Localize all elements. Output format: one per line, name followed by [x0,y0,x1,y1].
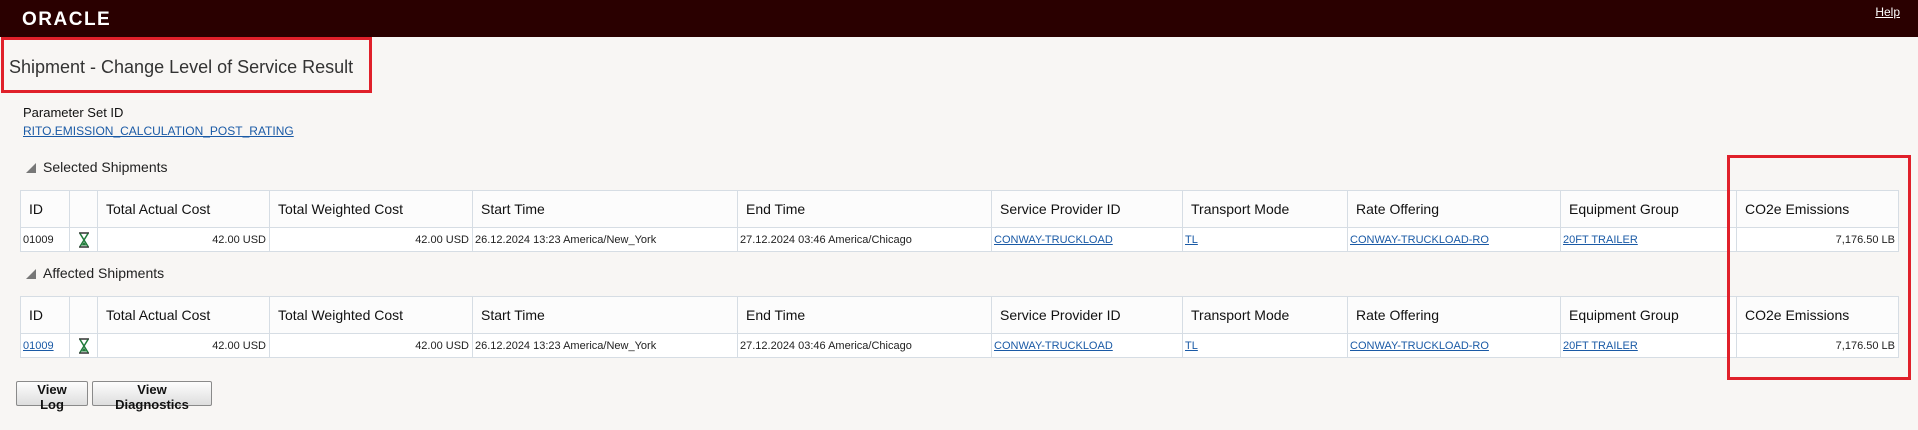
affected-shipments-table: ID Total Actual Cost Total Weighted Cost… [20,296,1899,358]
selected-shipments-table: ID Total Actual Cost Total Weighted Cost… [20,190,1899,252]
column-header[interactable]: Total Weighted Cost [269,296,473,334]
parameter-set-label: Parameter Set ID [23,105,124,120]
column-header[interactable]: Equipment Group [1560,296,1737,334]
parameter-set-link[interactable]: RITO.EMISSION_CALCULATION_POST_RATING [23,124,294,138]
selected-shipments-header[interactable]: Selected Shipments [26,159,168,175]
table-header-row: ID Total Actual Cost Total Weighted Cost… [20,296,1899,334]
column-header[interactable]: End Time [737,190,992,228]
view-diagnostics-button[interactable]: View Diagnostics [92,381,212,412]
total-weighted-cost: 42.00 USD [269,227,473,252]
hourglass-icon [79,231,89,248]
service-provider-link[interactable]: CONWAY-TRUCKLOAD [994,234,1113,246]
table-row: 01009 42.00 USD 42.00 USD 26.12.2024 13:… [20,227,1899,252]
shipment-id: 01009 [20,227,70,252]
column-header[interactable]: Service Provider ID [991,190,1183,228]
selected-shipments-title: Selected Shipments [43,159,168,175]
start-time: 26.12.2024 13:23 America/New_York [472,333,738,358]
column-header[interactable]: Total Actual Cost [97,296,270,334]
column-header[interactable]: Rate Offering [1347,190,1561,228]
hourglass-icon [79,337,89,354]
column-header[interactable]: Transport Mode [1182,296,1348,334]
co2e-highlight-box [1727,155,1911,380]
equipment-group-link[interactable]: 20FT TRAILER [1563,234,1638,246]
column-header[interactable]: ID [20,296,70,334]
column-header[interactable]: ID [20,190,70,228]
shipment-id-link[interactable]: 01009 [23,340,54,352]
transport-mode-link[interactable]: TL [1185,340,1198,352]
end-time: 27.12.2024 03:46 America/Chicago [737,227,992,252]
table-row: 01009 42.00 USD 42.00 USD 26.12.2024 13:… [20,333,1899,358]
affected-shipments-header[interactable]: Affected Shipments [26,265,164,281]
table-header-row: ID Total Actual Cost Total Weighted Cost… [20,190,1899,228]
service-provider-link[interactable]: CONWAY-TRUCKLOAD [994,340,1113,352]
column-header [69,190,98,228]
column-header[interactable]: Transport Mode [1182,190,1348,228]
column-header[interactable]: Start Time [472,296,738,334]
help-link[interactable]: Help [1875,5,1900,19]
column-header [69,296,98,334]
total-actual-cost: 42.00 USD [97,333,270,358]
column-header[interactable]: End Time [737,296,992,334]
column-header[interactable]: Total Actual Cost [97,190,270,228]
column-header[interactable]: Service Provider ID [991,296,1183,334]
equipment-group-link[interactable]: 20FT TRAILER [1563,340,1638,352]
column-header[interactable]: Equipment Group [1560,190,1737,228]
collapse-triangle-icon[interactable] [26,269,36,279]
top-header-bar: ORACLE Help [0,0,1918,37]
collapse-triangle-icon[interactable] [26,163,36,173]
page-title: Shipment - Change Level of Service Resul… [9,57,354,77]
column-header[interactable]: Total Weighted Cost [269,190,473,228]
column-header[interactable]: Start Time [472,190,738,228]
total-weighted-cost: 42.00 USD [269,333,473,358]
status-cell [69,227,98,252]
affected-shipments-title: Affected Shipments [43,265,165,281]
status-cell [69,333,98,358]
oracle-logo: ORACLE [22,9,112,30]
end-time: 27.12.2024 03:46 America/Chicago [737,333,992,358]
transport-mode-link[interactable]: TL [1185,234,1198,246]
rate-offering-link[interactable]: CONWAY-TRUCKLOAD-RO [1350,234,1489,246]
column-header[interactable]: Rate Offering [1347,296,1561,334]
total-actual-cost: 42.00 USD [97,227,270,252]
view-log-button[interactable]: View Log [16,381,88,412]
rate-offering-link[interactable]: CONWAY-TRUCKLOAD-RO [1350,340,1489,352]
start-time: 26.12.2024 13:23 America/New_York [472,227,738,252]
